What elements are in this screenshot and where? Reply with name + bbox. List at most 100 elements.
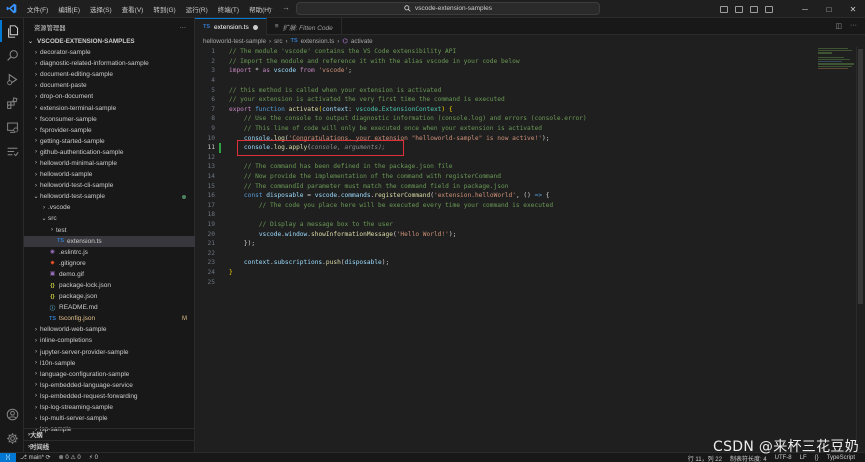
back-arrow-icon[interactable]: ← [266,3,274,12]
folder-item[interactable]: › lsp-embedded-language-service [24,380,195,391]
code-token: const [243,192,267,200]
folder-item[interactable]: ⌄ src [24,213,195,224]
scrollbar-thumb[interactable] [858,49,863,304]
chevron-right-icon: › [337,37,340,45]
breadcrumb-symbol[interactable]: activate [351,38,373,45]
folder-item[interactable]: › fsprovider-sample [24,125,195,136]
testing-icon[interactable] [0,140,24,162]
file-item[interactable]: {} package.json [24,291,195,302]
file-item[interactable]: {} package-lock.json [24,280,195,291]
folder-item[interactable]: › decorator-sample [24,47,195,58]
folder-item[interactable]: › lsp-embedded-request-forwarding [24,391,195,402]
menu-item[interactable]: 运行(R) [181,4,213,14]
explorer-icon[interactable] [0,20,24,42]
outline-section-header[interactable]: › 大纲 [24,428,195,439]
folder-item[interactable]: › l10n-sample [24,358,195,369]
customize-layout-icon[interactable] [765,5,773,13]
folder-item[interactable]: › fsconsumer-sample [24,114,195,125]
file-item[interactable]: ▣ demo.gif [24,269,195,280]
remote-explorer-icon[interactable] [0,116,24,138]
timeline-section-header[interactable]: › 时间线 [24,440,195,451]
menu-item[interactable]: 终端(T) [213,4,244,14]
code-token: log [273,144,285,152]
more-actions-icon[interactable]: ··· [180,24,186,31]
tree-item-label: demo.gif [59,270,84,278]
toggle-primary-sidebar-icon[interactable] [720,5,728,13]
breadcrumb-file[interactable]: extension.ts [301,38,335,45]
chevron-right-icon: › [35,182,37,189]
function-symbol-icon: ⌬ [342,37,348,45]
file-item[interactable]: ◆ .gitignore [24,258,195,269]
code-line: 1 // The module 'vscode' contains the VS … [195,47,815,57]
folder-item[interactable]: › helloworld-web-sample [24,324,195,335]
folder-item[interactable]: › document-editing-sample [24,69,195,80]
ports-indicator[interactable]: ⚡ 0 [85,454,102,461]
branch-indicator[interactable]: ⎇ main* ⟳ [16,454,55,461]
code-text: console.log('Congratulations, your exten… [229,135,550,142]
tab-extension-ts[interactable]: TS extension.ts [195,18,267,35]
folder-item[interactable]: › helloworld-sample [24,169,195,180]
code-token: = [303,192,315,200]
code-editor[interactable]: 1 // The module 'vscode' contains the VS … [195,47,865,452]
folder-item[interactable]: › language-configuration-sample [24,369,195,380]
folder-item[interactable]: › helloworld-test-cli-sample [24,180,195,191]
minimize-button[interactable]: ─ [793,5,817,14]
tree-item-label: package-lock.json [59,282,112,290]
folder-item[interactable]: › .vscode [24,202,195,213]
minimap[interactable] [818,47,856,77]
folder-item[interactable]: › test [24,225,195,236]
toggle-panel-icon[interactable] [735,5,743,13]
tree-item-label: fsconsumer-sample [40,115,97,123]
forward-arrow-icon[interactable]: → [282,3,290,12]
problems-indicator[interactable]: ⊗ 0 ⚠ 0 [55,454,85,461]
folder-item[interactable]: ⌄ helloworld-test-sample [24,191,195,202]
code-line: 22 [195,249,815,259]
tab-fitten-code[interactable]: ≡ 扩展: Fitten Code [267,18,342,35]
folder-item[interactable]: › helloworld-minimal-sample [24,158,195,169]
code-line: 21 }); [195,239,815,249]
menu-item[interactable]: 编辑(E) [53,4,85,14]
folder-item[interactable]: › lsp-multi-server-sample [24,413,195,424]
unsaved-dot-icon[interactable] [252,24,258,30]
menu-item[interactable]: 转到(G) [148,4,180,14]
more-actions-icon[interactable]: ··· [850,22,857,30]
run-debug-icon[interactable] [0,68,24,90]
menu-item[interactable]: 选择(S) [85,4,117,14]
code-line: 11 console.log.apply(console, arguments)… [195,143,815,153]
folder-item[interactable]: › extension-terminal-sample [24,102,195,113]
code-text: // Now provide the implementation of the… [229,173,501,180]
file-item[interactable]: TS extension.ts [24,235,195,247]
settings-gear-icon[interactable] [0,427,24,449]
remote-indicator[interactable]: ⟩⟨ [0,452,16,462]
folder-item[interactable]: › drop-on-document [24,91,195,102]
code-text: const disposable = vscode.commands.regis… [229,192,550,199]
split-editor-icon[interactable]: ◫ [835,22,842,30]
tree-item-label: lsp-multi-server-sample [40,415,108,423]
file-type-icon: {} [50,293,55,300]
breadcrumb-folder[interactable]: src [274,38,282,45]
menu-item[interactable]: 查看(V) [117,4,149,14]
folder-item[interactable]: › document-paste [24,80,195,91]
file-item[interactable]: TS tsconfig.json M [24,313,195,324]
toggle-secondary-sidebar-icon[interactable] [750,5,758,13]
folder-item[interactable]: › getting-started-sample [24,136,195,147]
extensions-icon[interactable] [0,92,24,114]
menu-item[interactable]: 文件(F) [22,4,53,14]
breadcrumb-folder[interactable]: helloworld-test-sample [203,38,266,45]
folder-item[interactable]: › inline-completions [24,335,195,346]
file-item[interactable]: ⓘ README.md [24,302,195,313]
close-button[interactable]: ✕ [841,5,865,14]
folder-item[interactable]: › lsp-log-streaming-sample [24,402,195,413]
maximize-button[interactable]: □ [817,5,841,14]
account-icon[interactable] [0,403,24,425]
command-center-search[interactable]: vscode-extension-samples [296,2,600,15]
folder-item[interactable]: › jupyter-server-provider-sample [24,347,195,358]
line-number: 3 [211,67,215,75]
search-icon[interactable] [0,44,24,66]
folder-item[interactable]: › diagnostic-related-information-sample [24,58,195,69]
code-token: 'Hello World!' [396,230,449,238]
folder-item[interactable]: › github-authentication-sample [24,147,195,158]
workspace-section-header[interactable]: ⌄ VSCODE-EXTENSION-SAMPLES [24,36,194,47]
file-item[interactable]: ◉ .eslintrc.js [24,247,195,258]
